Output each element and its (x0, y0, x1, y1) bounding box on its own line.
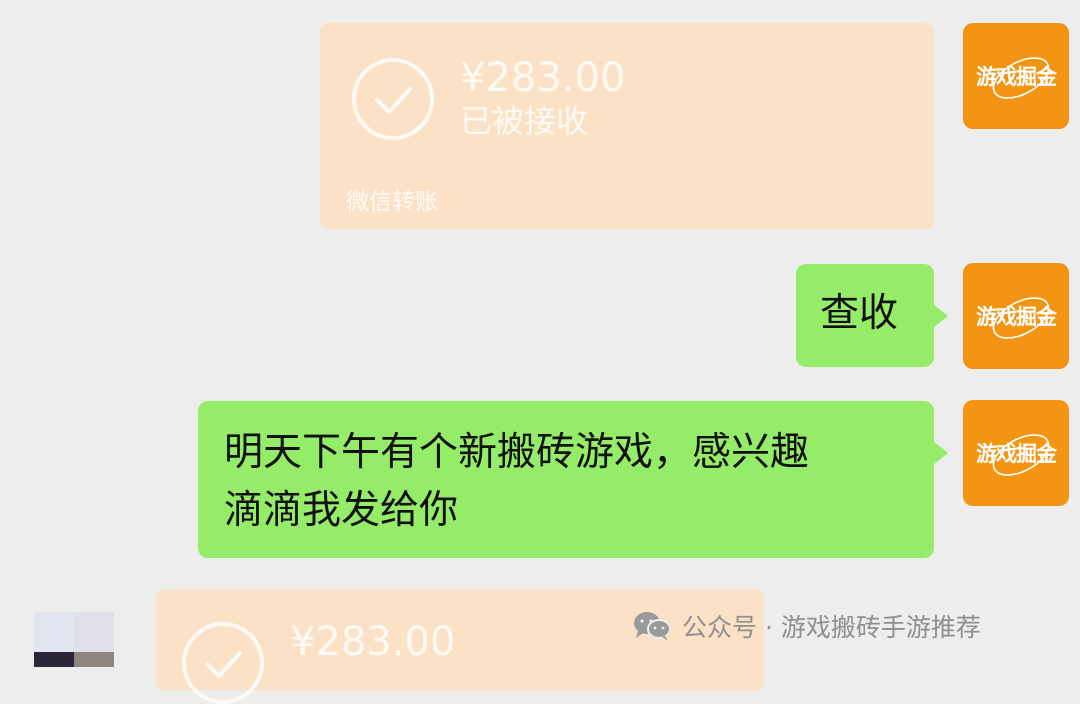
transfer-card[interactable]: ¥283.00 已被接收 微信转账 (320, 23, 934, 229)
avatar-logo-text: 游戏掘金 (976, 442, 1057, 466)
wechat-icon (632, 610, 672, 642)
chat-bubble-sent[interactable]: 明天下午有个新搬砖游戏，感兴趣 滴滴我发给你 (198, 401, 948, 558)
avatar[interactable]: 游戏掘金 (963, 400, 1069, 506)
transfer-label: 微信转账 (346, 189, 438, 215)
chat-bubble-sent[interactable]: 查收 (796, 264, 948, 367)
transfer-status: 已被接收 (460, 102, 589, 140)
avatar[interactable]: 游戏掘金 (963, 263, 1069, 369)
message-text: 查收 (820, 291, 899, 336)
avatar[interactable]: 游戏掘金 (963, 23, 1069, 129)
check-icon (352, 58, 434, 140)
transfer-amount: ¥283.00 (290, 619, 456, 665)
watermark-text: 公众号 · 游戏搬砖手游推荐 (682, 613, 981, 642)
watermark: 公众号 · 游戏搬砖手游推荐 (632, 606, 981, 646)
message-line: 明天下午有个新搬砖游戏，感兴趣 (224, 430, 810, 475)
avatar-logo-text: 游戏掘金 (976, 65, 1057, 89)
contact-avatar[interactable] (34, 612, 114, 667)
check-icon (182, 622, 264, 704)
bubble-tail (933, 304, 948, 328)
avatar-logo-text: 游戏掘金 (976, 305, 1057, 329)
bubble-tail (933, 441, 948, 465)
transfer-amount: ¥283.00 (460, 55, 626, 101)
message-line: 滴滴我发给你 (224, 488, 459, 533)
